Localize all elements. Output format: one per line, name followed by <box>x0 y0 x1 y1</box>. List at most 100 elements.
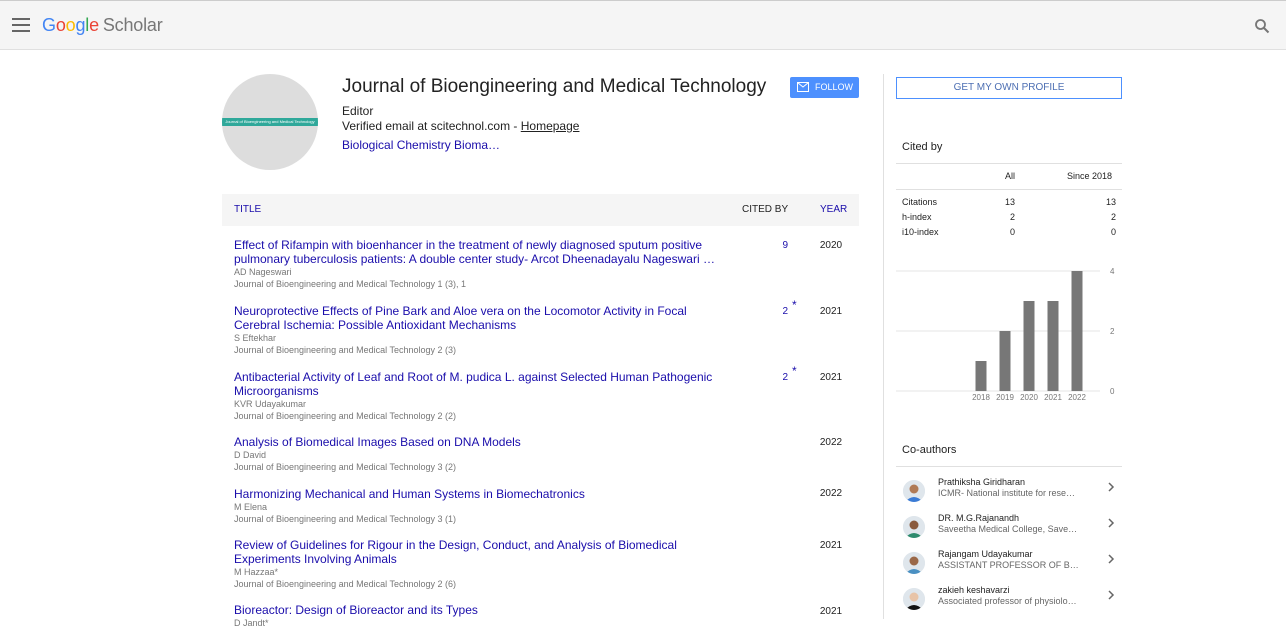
chart-bar-2019[interactable] <box>999 331 1011 391</box>
cited-by-count[interactable]: 9 <box>774 240 788 251</box>
cited-by-count[interactable]: 2 <box>774 306 788 317</box>
co-author-name: Rajangam Udayakumar <box>938 549 1033 559</box>
research-interest-link[interactable]: Biological Chemistry Bioma… <box>342 138 500 152</box>
co-author-avatar <box>903 516 925 538</box>
article-authors: KVR Udayakumar <box>234 399 307 409</box>
article-title-link[interactable]: Bioreactor: Design of Bioreactor and its… <box>234 603 719 617</box>
follow-label: FOLLOW <box>815 82 854 92</box>
column-since-2018[interactable]: Since 2018 <box>1067 171 1112 181</box>
chart-y-tick-label: 2 <box>1110 327 1115 336</box>
google-scholar-logo[interactable]: Google Scholar <box>42 15 163 36</box>
co-author-avatar <box>903 480 925 502</box>
article-authors: D Jandt* <box>234 618 269 628</box>
article-row: Analysis of Biomedical Images Based on D… <box>234 435 859 473</box>
chart-x-tick-label: 2021 <box>1044 393 1062 402</box>
article-venue: Journal of Bioengineering and Medical Te… <box>234 514 456 524</box>
follow-button[interactable]: FOLLOW <box>790 77 859 98</box>
co-author-avatar <box>903 552 925 574</box>
co-author-name: zakieh keshavarzi <box>938 585 1010 595</box>
co-author-institution: ICMR- National institute for rese… <box>938 488 1076 498</box>
sidebar-divider <box>883 74 884 619</box>
verified-email-text: Verified email at scitechnol.com - <box>342 119 521 133</box>
avatar-journal-band: Journal of Bioengineering and Medical Te… <box>222 118 318 126</box>
chart-x-tick-label: 2019 <box>996 393 1014 402</box>
co-author-item[interactable]: zakieh keshavarzi Associated professor of… <box>896 585 1122 619</box>
chart-bar-2021[interactable] <box>1047 301 1059 391</box>
article-venue: Journal of Bioengineering and Medical Te… <box>234 579 456 589</box>
sort-by-cited[interactable]: CITED BY <box>742 204 788 215</box>
stat-citations-since: 13 <box>1105 197 1116 207</box>
sort-by-title[interactable]: TITLE <box>234 204 261 215</box>
chart-y-tick-label: 0 <box>1110 387 1115 396</box>
cited-by-heading: Cited by <box>902 141 943 153</box>
article-row: Bioreactor: Design of Bioreactor and its… <box>234 603 859 629</box>
article-year: 2020 <box>819 240 843 251</box>
chevron-right-icon <box>1108 518 1115 528</box>
top-bar: Google Scholar <box>0 0 1286 50</box>
stat-label-citations: Citations <box>902 197 938 207</box>
article-title-link[interactable]: Analysis of Biomedical Images Based on D… <box>234 435 719 449</box>
citation-star: * <box>792 364 797 378</box>
article-year: 2022 <box>819 488 843 499</box>
stat-label-i10-index: i10-index <box>902 227 939 237</box>
article-venue: Journal of Bioengineering and Medical Te… <box>234 279 466 289</box>
article-row: Harmonizing Mechanical and Human Systems… <box>234 487 859 525</box>
article-authors: AD Nageswari <box>234 267 292 277</box>
cited-by-count[interactable]: 2 <box>774 372 788 383</box>
chart-x-tick-label: 2022 <box>1068 393 1086 402</box>
stat-h-index-since: 2 <box>1110 212 1116 222</box>
profile-avatar: Journal of Bioengineering and Medical Te… <box>222 74 318 170</box>
chevron-right-icon <box>1108 590 1115 600</box>
article-year: 2021 <box>819 372 843 383</box>
co-author-item[interactable]: Prathiksha Giridharan ICMR- National inst… <box>896 477 1122 511</box>
article-row: Review of Guidelines for Rigour in the D… <box>234 538 859 590</box>
article-venue: Journal of Bioengineering and Medical Te… <box>234 345 456 355</box>
co-author-name: Prathiksha Giridharan <box>938 477 1026 487</box>
co-author-item[interactable]: DR. M.G.Rajanandh Saveetha Medical Colleg… <box>896 513 1122 547</box>
sort-by-year[interactable]: YEAR <box>820 204 847 215</box>
profile-affiliation: Editor <box>342 104 374 118</box>
article-row: Antibacterial Activity of Leaf and Root … <box>234 364 859 422</box>
search-icon[interactable] <box>1254 18 1270 34</box>
column-all[interactable]: All <box>1005 171 1015 181</box>
article-row: Effect of Rifampin with bioenhancer in t… <box>234 238 859 290</box>
article-venue: Journal of Bioengineering and Medical Te… <box>234 462 456 472</box>
citations-per-year-chart: 0 2 4 2018 2019 2020 2021 2022 <box>896 267 1115 402</box>
homepage-link[interactable]: Homepage <box>521 119 580 133</box>
article-authors: M Hazzaa* <box>234 567 279 577</box>
article-authors: D David <box>234 450 267 460</box>
article-authors: S Eftekhar <box>234 333 277 343</box>
article-title-link[interactable]: Review of Guidelines for Rigour in the D… <box>234 538 719 566</box>
chart-bar-2018[interactable] <box>975 361 987 391</box>
envelope-icon <box>797 82 809 92</box>
article-title-link[interactable]: Harmonizing Mechanical and Human Systems… <box>234 487 719 501</box>
article-authors: M Elena <box>234 502 268 512</box>
article-venue: Journal of Bioengineering and Medical Te… <box>234 411 456 421</box>
co-author-institution: Saveetha Medical College, Save… <box>938 524 1078 534</box>
chevron-right-icon <box>1108 554 1115 564</box>
chart-x-tick-label: 2020 <box>1020 393 1038 402</box>
divider <box>896 189 1122 190</box>
stat-citations-all: 13 <box>1005 197 1016 207</box>
co-author-institution: ASSISTANT PROFESSOR OF B… <box>938 560 1079 570</box>
stat-h-index-all: 2 <box>1009 212 1015 222</box>
citation-star: * <box>792 298 797 312</box>
article-title-link[interactable]: Effect of Rifampin with bioenhancer in t… <box>234 238 719 266</box>
articles-table-header: TITLE CITED BY YEAR <box>222 194 859 226</box>
article-row: Neuroprotective Effects of Pine Bark and… <box>234 298 859 356</box>
chevron-right-icon <box>1108 482 1115 492</box>
article-title-link[interactable]: Neuroprotective Effects of Pine Bark and… <box>234 304 719 332</box>
get-my-own-profile-button[interactable]: GET MY OWN PROFILE <box>896 77 1122 99</box>
co-author-name: DR. M.G.Rajanandh <box>938 513 1020 523</box>
hamburger-menu-icon[interactable] <box>12 18 30 32</box>
article-year: 2021 <box>819 306 843 317</box>
article-title-link[interactable]: Antibacterial Activity of Leaf and Root … <box>234 370 719 398</box>
chart-bar-2020[interactable] <box>1023 301 1035 391</box>
co-authors-heading: Co-authors <box>902 444 957 456</box>
chart-x-tick-label: 2018 <box>972 393 990 402</box>
stat-label-h-index: h-index <box>902 212 932 222</box>
co-author-item[interactable]: Rajangam Udayakumar ASSISTANT PROFESSOR O… <box>896 549 1122 583</box>
divider <box>896 466 1122 467</box>
chart-bar-2022[interactable] <box>1071 271 1083 391</box>
divider <box>896 163 1122 164</box>
